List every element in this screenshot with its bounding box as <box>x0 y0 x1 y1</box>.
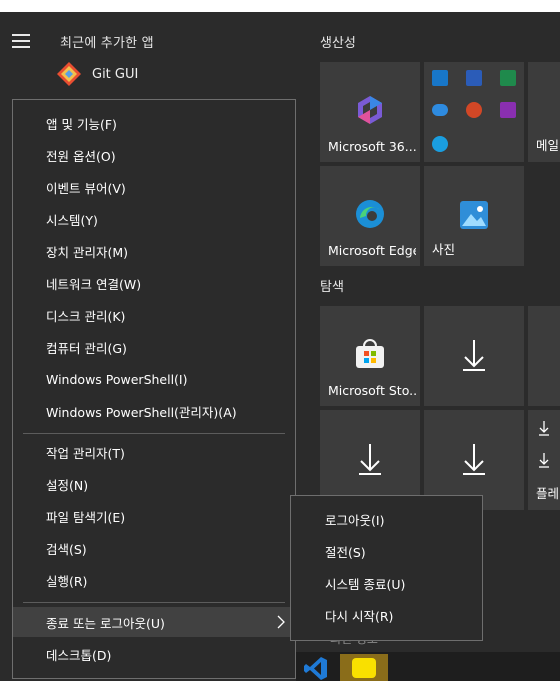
powerpoint-icon <box>466 102 482 118</box>
kakaotalk-taskbar-button[interactable] <box>340 654 388 681</box>
menu-item-powershell[interactable]: Windows PowerShell(I) <box>13 364 295 394</box>
word-icon <box>466 70 482 86</box>
group-title-productivity: 생산성 <box>320 36 356 51</box>
tile-label: 메일 <box>536 138 560 153</box>
tile-microsoft-store[interactable]: Microsoft Sto... <box>320 306 420 406</box>
menu-item-desktop[interactable]: 데스크톱(D) <box>13 639 295 669</box>
shutdown-submenu: 로그아웃(I) 절전(S) 시스템 종료(U) 다시 시작(R) <box>290 495 483 641</box>
download-arrow-icon <box>463 444 485 475</box>
tile-microsoft-edge[interactable]: Microsoft Edge <box>320 166 420 266</box>
tile-label: Microsoft Sto... <box>328 383 416 398</box>
kakaotalk-icon <box>352 658 376 678</box>
menu-item-file-explorer[interactable]: 파일 탐색기(E) <box>13 501 295 531</box>
tile-mail[interactable]: 메일 <box>528 62 560 162</box>
chevron-right-icon <box>277 615 285 629</box>
submenu-item-restart[interactable]: 다시 시작(R) <box>291 600 482 630</box>
download-arrow-small-icon <box>539 453 549 468</box>
menu-item-settings[interactable]: 설정(N) <box>13 469 295 499</box>
tile-photos[interactable]: 사진 <box>424 166 524 266</box>
submenu-item-sign-out[interactable]: 로그아웃(I) <box>291 504 482 534</box>
tile-label: 플레 <box>536 486 560 501</box>
menu-item-apps-features[interactable]: 앱 및 기능(F) <box>13 108 295 138</box>
menu-item-device-manager[interactable]: 장치 관리자(M) <box>13 236 295 266</box>
menu-item-disk-management[interactable]: 디스크 관리(K) <box>13 300 295 330</box>
menu-item-system[interactable]: 시스템(Y) <box>13 204 295 234</box>
tile-label: Microsoft 36... <box>328 139 416 154</box>
onenote-icon <box>500 102 516 118</box>
tile-office-apps[interactable] <box>424 62 524 162</box>
git-gui-icon <box>57 62 81 86</box>
tile-label: Microsoft Edge <box>328 243 416 258</box>
download-arrow-icon <box>463 340 485 371</box>
photos-icon <box>460 201 488 229</box>
skype-icon <box>432 136 448 152</box>
recent-apps-header: 최근에 추가한 앱 <box>60 36 154 51</box>
menu-separator <box>23 602 285 603</box>
vscode-icon[interactable] <box>304 656 328 681</box>
menu-item-run[interactable]: 실행(R) <box>13 565 295 595</box>
menu-item-powershell-admin[interactable]: Windows PowerShell(관리자)(A) <box>13 396 295 426</box>
menu-item-label: 종료 또는 로그아웃(U) <box>46 615 165 631</box>
tile-downloading-1[interactable] <box>424 306 524 406</box>
recent-app-git-gui[interactable]: Git GUI <box>56 60 138 88</box>
menu-item-task-manager[interactable]: 작업 관리자(T) <box>13 437 295 467</box>
taskbar <box>296 652 560 681</box>
edge-icon <box>356 200 384 228</box>
menu-item-computer-management[interactable]: 컴퓨터 관리(G) <box>13 332 295 362</box>
group-title-explore: 탐색 <box>320 280 344 295</box>
menu-item-shutdown-signout[interactable]: 종료 또는 로그아웃(U) <box>13 607 295 637</box>
submenu-item-sleep[interactable]: 절전(S) <box>291 536 482 566</box>
window-top-strip <box>0 0 560 12</box>
winx-context-menu: 앱 및 기능(F) 전원 옵션(O) 이벤트 뷰어(V) 시스템(Y) 장치 관… <box>12 99 296 679</box>
tile-play[interactable]: 플레 <box>528 410 560 510</box>
excel-icon <box>500 70 516 86</box>
store-icon <box>356 339 384 368</box>
submenu-item-shut-down[interactable]: 시스템 종료(U) <box>291 568 482 598</box>
onedrive-icon <box>432 104 448 116</box>
menu-item-power-options[interactable]: 전원 옵션(O) <box>13 140 295 170</box>
menu-item-network-connections[interactable]: 네트워크 연결(W) <box>13 268 295 298</box>
hamburger-menu-icon[interactable] <box>12 34 30 48</box>
menu-separator <box>23 433 285 434</box>
microsoft-365-icon <box>358 96 382 124</box>
menu-item-event-viewer[interactable]: 이벤트 뷰어(V) <box>13 172 295 202</box>
download-arrow-small-icon <box>539 421 549 436</box>
tile-microsoft-365[interactable]: Microsoft 36... <box>320 62 420 162</box>
tile-partial-right[interactable] <box>528 306 560 406</box>
app-name: Git GUI <box>92 66 139 82</box>
download-arrow-icon <box>359 444 381 475</box>
tile-label: 사진 <box>432 242 456 257</box>
outlook-icon <box>432 70 448 86</box>
menu-item-search[interactable]: 검색(S) <box>13 533 295 563</box>
